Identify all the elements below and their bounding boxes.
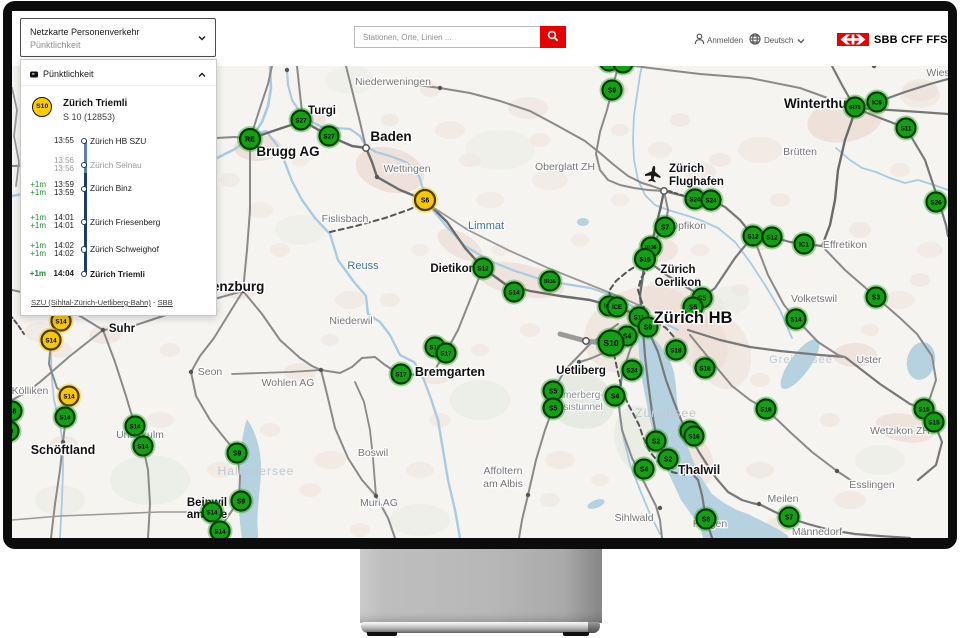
- svg-text:S14: S14: [45, 337, 57, 344]
- svg-text:Thalwil: Thalwil: [678, 463, 720, 477]
- svg-text:Hallwilersee: Hallwilersee: [218, 464, 295, 478]
- svg-text:S26: S26: [930, 199, 942, 206]
- svg-text:Zürich: Zürich: [660, 264, 695, 276]
- svg-text:Bremgarten: Bremgarten: [415, 365, 485, 379]
- svg-text:Winterthur: Winterthur: [784, 96, 853, 111]
- svg-text:Wies: Wies: [926, 67, 948, 79]
- svg-text:S9: S9: [644, 325, 653, 332]
- svg-text:S17: S17: [440, 350, 452, 357]
- svg-text:S11: S11: [901, 125, 912, 132]
- svg-text:Affoltern: Affoltern: [484, 465, 523, 477]
- svg-text:S14: S14: [137, 443, 149, 450]
- svg-text:Wettingen: Wettingen: [383, 163, 430, 175]
- svg-text:Niederwil: Niederwil: [329, 315, 372, 327]
- svg-text:S10: S10: [603, 338, 619, 348]
- svg-text:Boswil: Boswil: [358, 447, 388, 459]
- svg-text:RE: RE: [245, 137, 255, 144]
- svg-text:Oberglatt ZH: Oberglatt ZH: [535, 161, 595, 173]
- svg-text:Fislisbach: Fislisbach: [322, 213, 369, 225]
- svg-text:Sihlwald: Sihlwald: [614, 512, 653, 524]
- svg-text:S15: S15: [639, 256, 651, 263]
- svg-text:S24: S24: [705, 197, 717, 204]
- svg-text:S14: S14: [63, 393, 75, 400]
- svg-text:S18: S18: [670, 347, 682, 354]
- svg-text:S24: S24: [626, 367, 638, 374]
- svg-text:Uster: Uster: [856, 354, 882, 366]
- svg-text:Greifensee: Greifensee: [769, 354, 833, 366]
- svg-text:S14: S14: [508, 289, 520, 296]
- svg-text:S9: S9: [237, 499, 246, 506]
- svg-text:ICE: ICE: [612, 305, 622, 311]
- svg-text:S14: S14: [214, 528, 226, 535]
- svg-text:Zürich: Zürich: [669, 163, 704, 175]
- svg-text:S7: S7: [661, 225, 670, 232]
- svg-text:S4: S4: [611, 394, 620, 401]
- svg-text:S15: S15: [928, 419, 940, 426]
- svg-text:am Albis: am Albis: [483, 478, 523, 490]
- svg-text:S14: S14: [129, 423, 141, 430]
- svg-text:Muri AG: Muri AG: [360, 497, 398, 509]
- svg-text:S8: S8: [12, 409, 16, 416]
- svg-text:Esslingen: Esslingen: [849, 479, 895, 491]
- svg-text:S18: S18: [699, 365, 711, 372]
- svg-text:S9: S9: [608, 88, 617, 95]
- svg-text:IC5: IC5: [872, 99, 882, 106]
- svg-text:S12: S12: [747, 233, 759, 240]
- svg-text:Wetzikon ZH: Wetzikon ZH: [870, 425, 930, 437]
- svg-text:Uetliberg: Uetliberg: [556, 365, 606, 377]
- svg-text:Limmat: Limmat: [468, 220, 504, 232]
- svg-text:IC1: IC1: [799, 241, 809, 248]
- svg-text:S5: S5: [549, 406, 558, 413]
- svg-text:S6: S6: [421, 198, 430, 205]
- svg-text:S27: S27: [323, 133, 335, 140]
- svg-text:S12: S12: [766, 234, 778, 241]
- svg-text:S2: S2: [664, 457, 673, 464]
- svg-text:S14: S14: [59, 414, 71, 421]
- svg-text:S8: S8: [702, 517, 711, 524]
- svg-text:S9: S9: [12, 429, 13, 436]
- svg-text:Volketswil: Volketswil: [791, 293, 837, 305]
- svg-text:S14: S14: [790, 316, 802, 323]
- svg-text:S17: S17: [395, 371, 407, 378]
- svg-text:Effretikon: Effretikon: [823, 239, 867, 251]
- svg-text:Wohlen AG: Wohlen AG: [262, 377, 315, 389]
- svg-text:Kölliken: Kölliken: [12, 385, 49, 397]
- svg-text:S14: S14: [55, 318, 67, 325]
- svg-text:Schöftland: Schöftland: [31, 443, 96, 457]
- svg-text:Reuss: Reuss: [347, 260, 379, 272]
- svg-text:S12: S12: [477, 265, 489, 272]
- svg-text:IR35: IR35: [544, 279, 555, 285]
- svg-text:IR75: IR75: [849, 105, 860, 111]
- svg-text:S7: S7: [785, 515, 794, 522]
- svg-text:Dietikon: Dietikon: [430, 263, 475, 275]
- svg-text:S14: S14: [206, 509, 218, 516]
- svg-text:S18: S18: [760, 406, 772, 413]
- svg-text:Flughafen: Flughafen: [669, 176, 724, 188]
- svg-text:Niederweningen: Niederweningen: [355, 76, 431, 88]
- svg-text:Zürichsee: Zürichsee: [635, 406, 697, 420]
- svg-text:S5: S5: [549, 389, 558, 396]
- svg-text:S2: S2: [652, 439, 661, 446]
- svg-text:Oerlikon: Oerlikon: [655, 277, 702, 289]
- svg-text:Zürich HB: Zürich HB: [654, 309, 733, 327]
- svg-text:Männedorf: Männedorf: [792, 526, 842, 538]
- svg-text:S3: S3: [872, 295, 881, 302]
- svg-text:Meilen: Meilen: [768, 493, 799, 505]
- svg-text:Suhr: Suhr: [109, 323, 136, 335]
- svg-text:S4: S4: [640, 467, 649, 474]
- svg-text:Brugg AG: Brugg AG: [256, 144, 319, 159]
- svg-text:S27: S27: [295, 117, 307, 124]
- svg-text:Baden: Baden: [370, 129, 411, 144]
- svg-text:Brütten: Brütten: [783, 146, 817, 158]
- svg-text:S16: S16: [688, 433, 700, 440]
- svg-text:Seon: Seon: [198, 366, 223, 378]
- svg-text:S9: S9: [233, 451, 242, 458]
